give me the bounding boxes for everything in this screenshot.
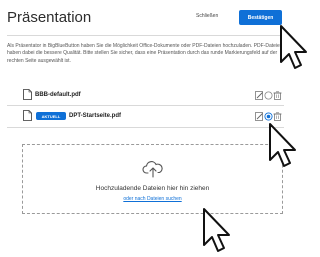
mouse-cursor-icon bbox=[203, 208, 230, 252]
mouse-cursor-icon bbox=[280, 25, 307, 69]
dialog-header: Präsentation Schließen Bestätigen bbox=[0, 0, 311, 34]
cloud-upload-icon bbox=[142, 161, 163, 178]
radio-icon[interactable] bbox=[264, 112, 273, 121]
description-text: Als Präsentator in BigBlueButton haben S… bbox=[7, 43, 283, 64]
confirm-button[interactable]: Bestätigen bbox=[239, 10, 282, 25]
file-name: BBB-default.pdf bbox=[35, 92, 81, 98]
file-row[interactable]: AKTUELL DPT-Startseite.pdf bbox=[7, 106, 285, 126]
dialog-title: Präsentation bbox=[7, 9, 92, 26]
edit-icon[interactable] bbox=[255, 91, 264, 100]
document-icon bbox=[23, 89, 32, 100]
browse-files-link[interactable]: oder nach Dateien suchen bbox=[23, 196, 282, 202]
file-actions bbox=[255, 91, 283, 101]
dropzone-title: Hochzuladende Dateien hier hin ziehen bbox=[95, 185, 210, 192]
header-divider bbox=[7, 35, 284, 36]
edit-icon[interactable] bbox=[255, 112, 264, 121]
radio-icon[interactable] bbox=[264, 91, 273, 100]
file-name: DPT-Startseite.pdf bbox=[69, 113, 122, 119]
file-row[interactable]: BBB-default.pdf bbox=[7, 85, 285, 105]
file-actions bbox=[255, 112, 283, 122]
mouse-cursor-icon bbox=[269, 123, 296, 167]
trash-icon[interactable] bbox=[273, 112, 282, 121]
upload-dropzone[interactable]: Hochzuladende Dateien hier hin ziehen od… bbox=[22, 144, 283, 214]
close-button[interactable]: Schließen bbox=[196, 13, 218, 19]
trash-icon[interactable] bbox=[273, 91, 282, 100]
row-divider bbox=[7, 127, 284, 128]
current-badge: AKTUELL bbox=[36, 112, 66, 120]
document-icon bbox=[23, 110, 32, 121]
